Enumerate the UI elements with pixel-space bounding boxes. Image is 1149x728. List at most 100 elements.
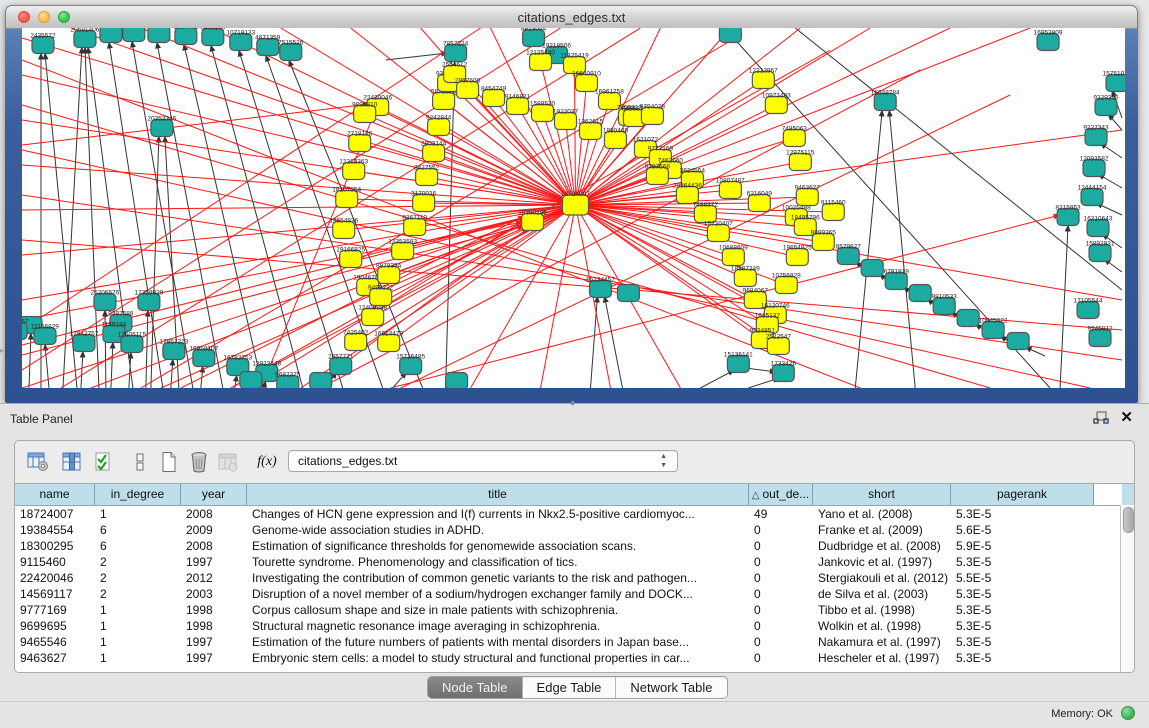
- graph-node[interactable]: [123, 28, 145, 42]
- graph-node[interactable]: [240, 372, 262, 389]
- table-cell[interactable]: 2: [95, 554, 181, 570]
- graph-node[interactable]: [100, 28, 122, 43]
- table-cell[interactable]: 5.3E-5: [951, 634, 1094, 650]
- table-cell[interactable]: 5.3E-5: [951, 554, 1094, 570]
- column-header-short[interactable]: short: [813, 484, 951, 505]
- table-cell[interactable]: 6: [95, 538, 181, 554]
- table-cell[interactable]: 0: [749, 522, 813, 538]
- table-scrollbar[interactable]: [1120, 505, 1134, 672]
- table-cell[interactable]: 14569117: [15, 586, 95, 602]
- scrollbar-thumb[interactable]: [1123, 507, 1134, 533]
- import-table-icon[interactable]: [216, 450, 240, 474]
- table-row[interactable]: 1456911722003Disruption of a novel membe…: [15, 586, 1134, 602]
- table-row[interactable]: 911546021997Tourette syndrome. Phenomeno…: [15, 554, 1134, 570]
- table-row[interactable]: 1938455462009Genome-wide association stu…: [15, 522, 1134, 538]
- column-header-name[interactable]: name: [15, 484, 95, 505]
- table-cell[interactable]: 5.3E-5: [951, 618, 1094, 634]
- table-cell[interactable]: Tibbo et al. (1998): [813, 602, 951, 618]
- table-row[interactable]: 946554611997Estimation of the future num…: [15, 634, 1134, 650]
- table-cell[interactable]: 2003: [181, 586, 247, 602]
- table-cell[interactable]: 2: [95, 570, 181, 586]
- graph-node[interactable]: [719, 28, 741, 43]
- network-canvas[interactable]: 2435572206914061065328715276026466160107…: [22, 28, 1125, 388]
- table-cell[interactable]: 0: [749, 618, 813, 634]
- graph-node[interactable]: [148, 28, 170, 43]
- table-cell[interactable]: 18724007: [15, 506, 95, 522]
- control-panel-grip[interactable]: ▸: [0, 344, 5, 358]
- table-cell[interactable]: 5.3E-5: [951, 506, 1094, 522]
- table-cell[interactable]: 1997: [181, 554, 247, 570]
- close-panel-icon[interactable]: ✕: [1120, 408, 1133, 426]
- table-cell[interactable]: 0: [749, 650, 813, 666]
- table-cell[interactable]: 9463627: [15, 650, 95, 666]
- table-row[interactable]: 2242004622012Investigating the contribut…: [15, 570, 1134, 586]
- table-row[interactable]: 1872400712008Changes of HCN gene express…: [15, 506, 1134, 522]
- table-cell[interactable]: 1: [95, 506, 181, 522]
- table-cell[interactable]: 5.3E-5: [951, 602, 1094, 618]
- table-cell[interactable]: 2009: [181, 522, 247, 538]
- tab-edge-table[interactable]: Edge Table: [523, 677, 617, 698]
- network-window-titlebar[interactable]: citations_edges.txt: [6, 6, 1137, 29]
- network-graph[interactable]: 2435572206914061065328715276026466160107…: [22, 28, 1125, 388]
- table-cell[interactable]: 1997: [181, 650, 247, 666]
- table-cell[interactable]: Embryonic stem cells: a model to study s…: [247, 650, 749, 666]
- table-cell[interactable]: 5.9E-5: [951, 538, 1094, 554]
- column-header-pagerank[interactable]: pagerank: [951, 484, 1094, 505]
- table-cell[interactable]: Tourette syndrome. Phenomenology and cla…: [247, 554, 749, 570]
- table-cell[interactable]: Franke et al. (2009): [813, 522, 951, 538]
- table-row[interactable]: 1830029562008Estimation of significance …: [15, 538, 1134, 554]
- tab-network-table[interactable]: Network Table: [616, 677, 726, 698]
- float-window-icon[interactable]: [1093, 411, 1109, 425]
- table-cell[interactable]: 9777169: [15, 602, 95, 618]
- table-cell[interactable]: 1997: [181, 634, 247, 650]
- table-cell[interactable]: 5.5E-5: [951, 570, 1094, 586]
- table-cell[interactable]: 9465546: [15, 634, 95, 650]
- table-cell[interactable]: Dudbridge et al. (2008): [813, 538, 951, 554]
- table-cell[interactable]: 5.6E-5: [951, 522, 1094, 538]
- table-cell[interactable]: 9115460: [15, 554, 95, 570]
- table-cell[interactable]: 0: [749, 570, 813, 586]
- table-cell[interactable]: 1: [95, 602, 181, 618]
- table-cell[interactable]: Hescheler et al. (1997): [813, 650, 951, 666]
- column-header-out_de[interactable]: △out_de...: [749, 484, 813, 505]
- table-cell[interactable]: 1: [95, 618, 181, 634]
- graph-node[interactable]: [617, 285, 639, 302]
- column-header-title[interactable]: title: [247, 484, 749, 505]
- table-cell[interactable]: 19384554: [15, 522, 95, 538]
- table-cell[interactable]: 0: [749, 586, 813, 602]
- table-row[interactable]: 969969511998Structural magnetic resonanc…: [15, 618, 1134, 634]
- graph-node[interactable]: [909, 285, 931, 302]
- graph-node[interactable]: [957, 310, 979, 327]
- table-select-dropdown[interactable]: citations_edges.txt ▲▼: [288, 450, 678, 472]
- table-cell[interactable]: de Silva et al. (2003): [813, 586, 951, 602]
- column-header-year[interactable]: year: [181, 484, 247, 505]
- table-cell[interactable]: 5.3E-5: [951, 650, 1094, 666]
- table-cell[interactable]: 22420046: [15, 570, 95, 586]
- table-cell[interactable]: 1998: [181, 618, 247, 634]
- table-cell[interactable]: Wolkin et al. (1998): [813, 618, 951, 634]
- table-cell[interactable]: 0: [749, 602, 813, 618]
- table-cell[interactable]: 6: [95, 522, 181, 538]
- table-cell[interactable]: Nakamura et al. (1997): [813, 634, 951, 650]
- table-cell[interactable]: 0: [749, 554, 813, 570]
- table-cell[interactable]: Disruption of a novel member of a sodium…: [247, 586, 749, 602]
- table-cell[interactable]: 2: [95, 586, 181, 602]
- column-visibility-icon[interactable]: [60, 450, 84, 474]
- table-cell[interactable]: Jankovic et al. (1997): [813, 554, 951, 570]
- graph-node[interactable]: [446, 373, 468, 389]
- table-cell[interactable]: 2012: [181, 570, 247, 586]
- tab-node-table[interactable]: Node Table: [428, 677, 523, 698]
- graph-node[interactable]: [861, 260, 883, 277]
- table-cell[interactable]: 0: [749, 538, 813, 554]
- table-row[interactable]: 977716911998Corpus callosum shape and si…: [15, 602, 1134, 618]
- table-cell[interactable]: 18300295: [15, 538, 95, 554]
- delete-icon[interactable]: [187, 450, 211, 474]
- table-cell[interactable]: 2008: [181, 538, 247, 554]
- table-cell[interactable]: Estimation of the future numbers of pati…: [247, 634, 749, 650]
- panel-divider-grip[interactable]: ◆: [570, 401, 580, 406]
- table-cell[interactable]: 49: [749, 506, 813, 522]
- table-cell[interactable]: 1: [95, 634, 181, 650]
- memory-ok-indicator[interactable]: [1121, 706, 1135, 720]
- edit-columns-icon[interactable]: [92, 450, 116, 474]
- table-cell[interactable]: Investigating the contribution of common…: [247, 570, 749, 586]
